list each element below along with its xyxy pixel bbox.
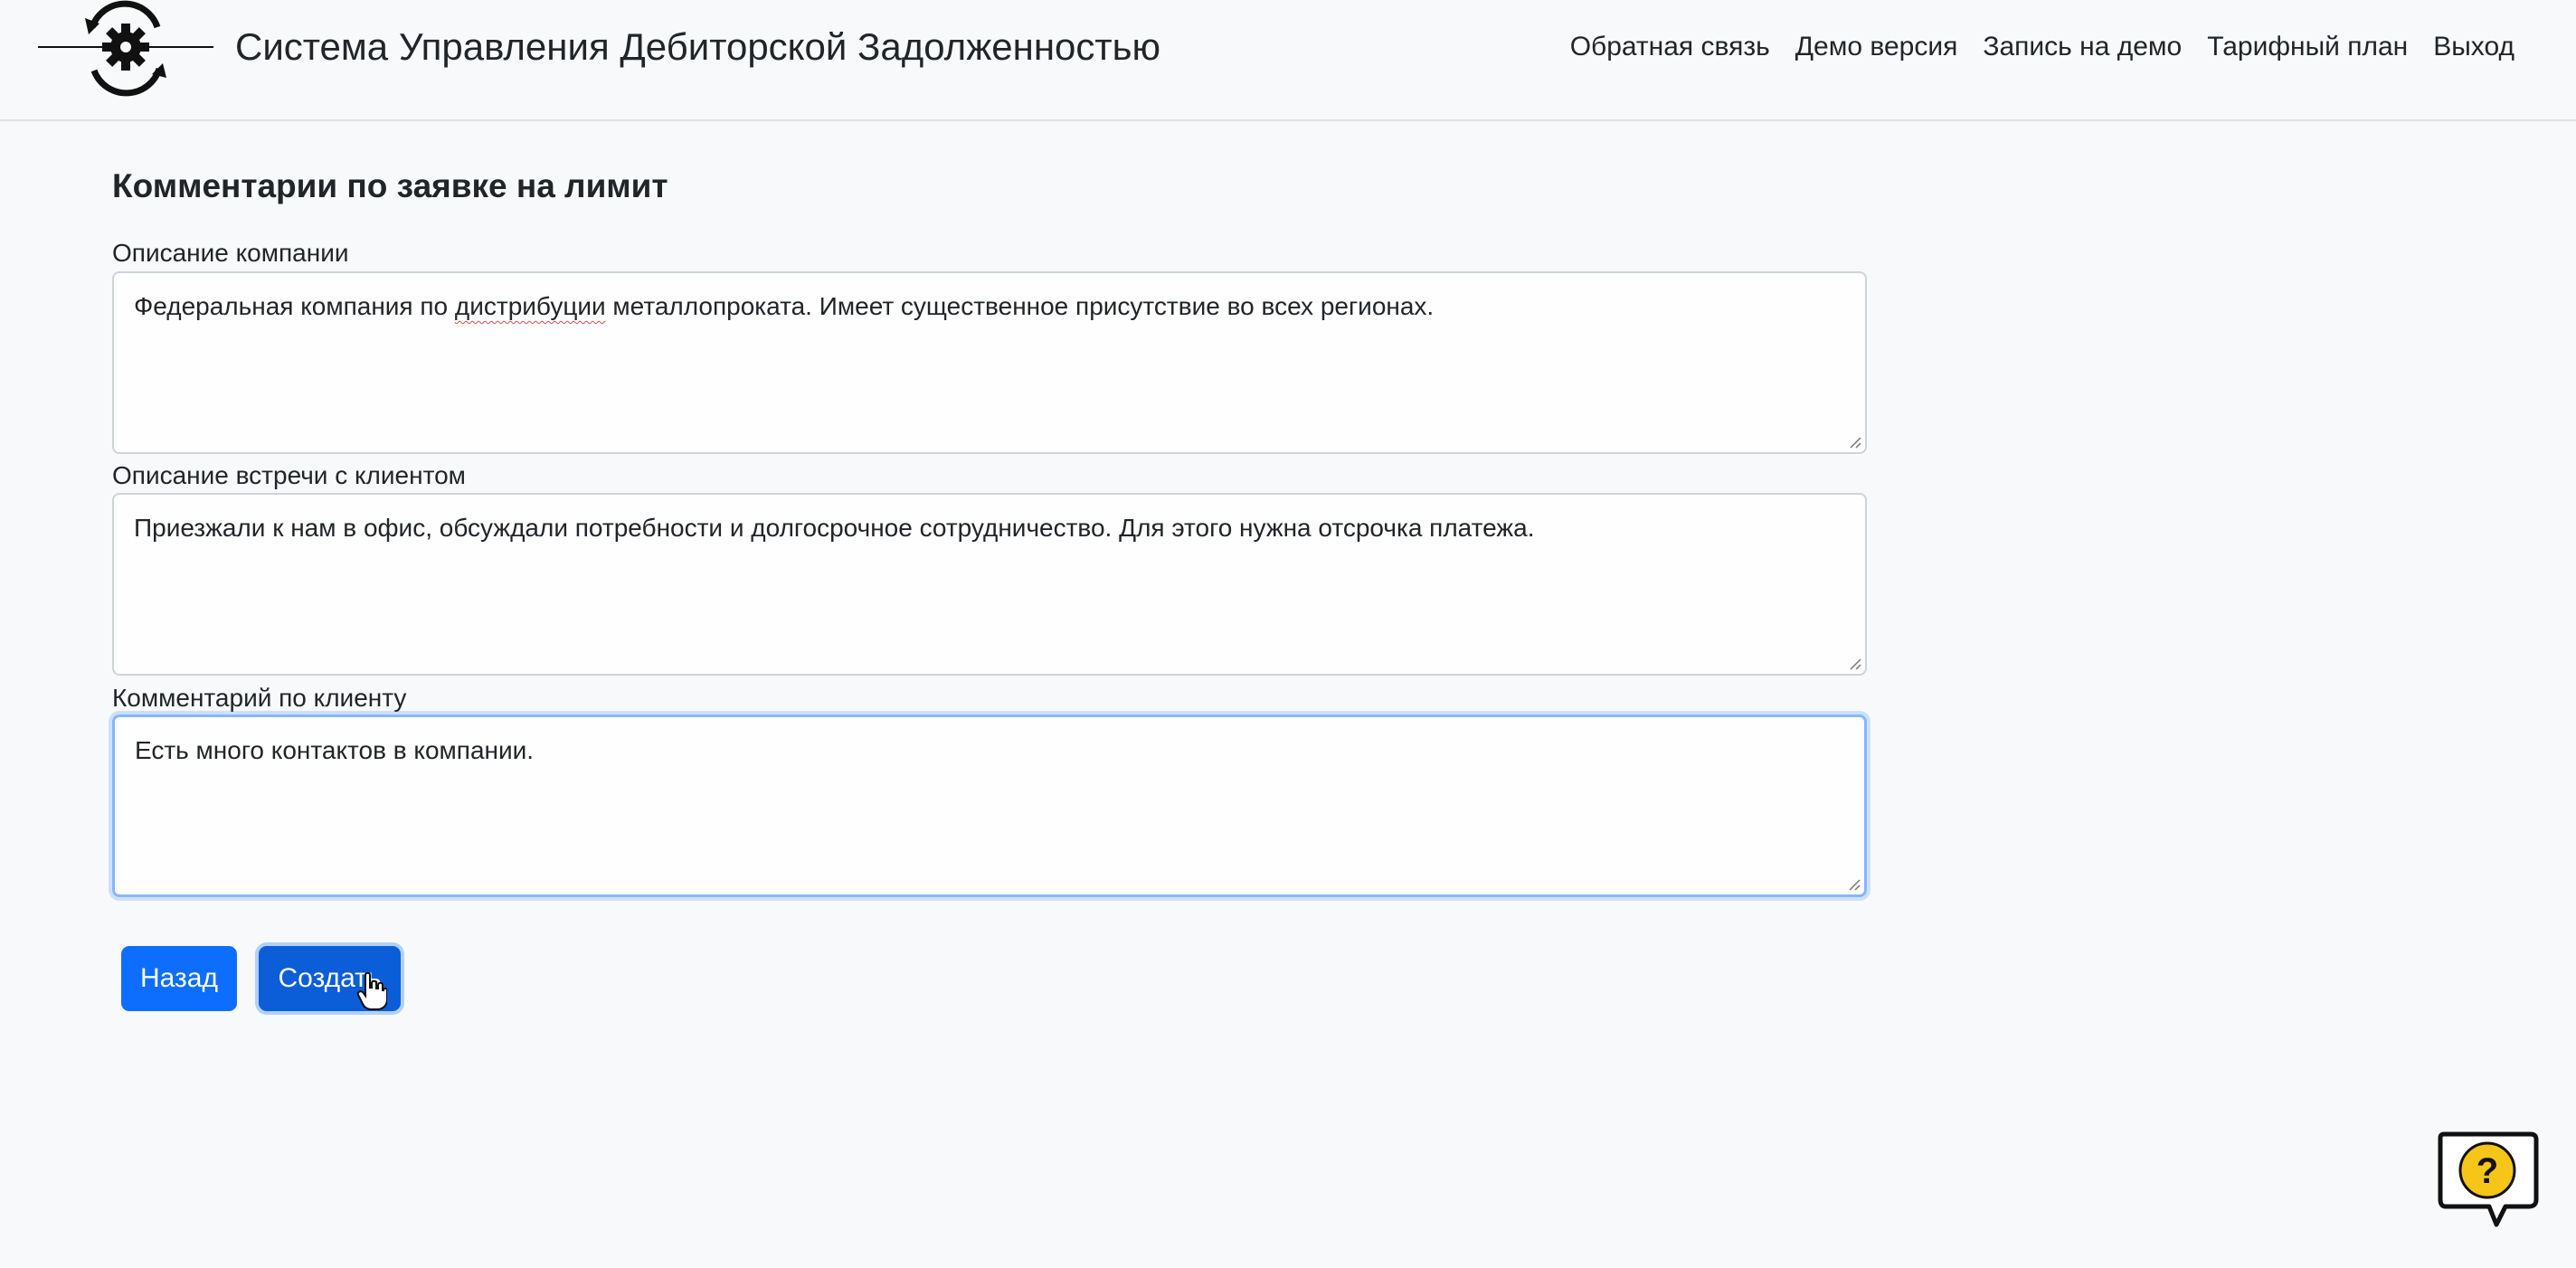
page-title: Комментарии по заявке на лимит — [112, 167, 668, 204]
nav-demo-version-link[interactable]: Демо версия — [1795, 29, 1958, 65]
client-comment-textarea[interactable]: Есть много контактов в компании. — [112, 714, 1867, 897]
company-description-textarea[interactable]: Федеральная компания по дистрибуции мета… — [112, 271, 1867, 454]
app-title[interactable]: Система Управления Дебиторской Задолженн… — [235, 24, 1160, 71]
top-navbar: Система Управления Дебиторской Задолженн… — [0, 0, 2576, 121]
company-description-label: Описание компании — [112, 239, 349, 267]
meeting-description-label: Описание встречи с клиентом — [112, 461, 466, 489]
nav-book-demo-link[interactable]: Запись на демо — [1983, 29, 2182, 65]
resize-grip-icon[interactable] — [1846, 876, 1861, 891]
nav-feedback-link[interactable]: Обратная связь — [1570, 29, 1770, 65]
nav-logout-link[interactable]: Выход — [2433, 29, 2514, 65]
spellcheck-flagged-word: дистрибуции — [454, 292, 606, 320]
hand-pointer-cursor-icon — [356, 971, 387, 1010]
resize-grip-icon[interactable] — [1847, 656, 1861, 670]
client-comment-text: Есть много контактов в компании. — [135, 736, 535, 764]
meeting-description-text: Приезжали к нам в офис, обсуждали потреб… — [134, 514, 1535, 542]
question-chat-icon[interactable]: ? — [2433, 1131, 2542, 1230]
nav-pricing-link[interactable]: Тарифный план — [2207, 29, 2408, 65]
nav-menu: Обратная связь Демо версия Запись на дем… — [1570, 29, 2514, 65]
company-description-text-start: Федеральная компания по — [134, 292, 455, 320]
company-description-text-end: металлопроката. Имеет существенное прису… — [605, 292, 1435, 320]
meeting-description-textarea[interactable]: Приезжали к нам в офис, обсуждали потреб… — [112, 493, 1867, 676]
gear-cycle-logo-icon[interactable] — [36, 0, 215, 98]
back-button[interactable]: Назад — [121, 946, 237, 1011]
help-question-mark: ? — [2477, 1151, 2498, 1191]
client-comment-label: Комментарий по клиенту — [112, 684, 407, 712]
resize-grip-icon[interactable] — [1847, 434, 1861, 449]
